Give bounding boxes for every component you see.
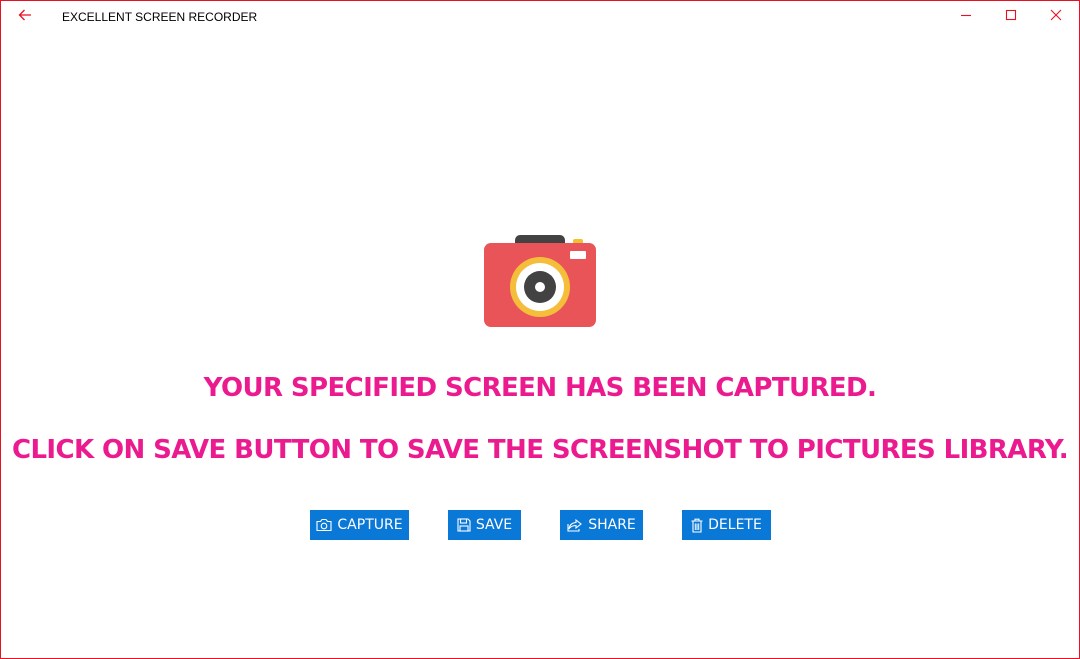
capture-status-message: YOUR SPECIFIED SCREEN HAS BEEN CAPTURED. (203, 373, 877, 403)
title-bar: EXCELLENT SCREEN RECORDER (1, 1, 1079, 33)
maximize-icon (1005, 8, 1017, 26)
camera-small-icon (316, 518, 332, 532)
save-button[interactable]: SAVE (448, 510, 521, 540)
share-icon (567, 518, 583, 532)
maximize-button[interactable] (988, 1, 1034, 33)
delete-label: DELETE (708, 517, 762, 533)
capture-label: CAPTURE (337, 517, 403, 533)
close-button[interactable] (1033, 1, 1079, 33)
app-title: EXCELLENT SCREEN RECORDER (62, 10, 258, 24)
share-button[interactable]: SHARE (560, 510, 643, 540)
save-instruction-message: CLICK ON SAVE BUTTON TO SAVE THE SCREENS… (11, 435, 1069, 465)
close-icon (1050, 8, 1062, 26)
minimize-icon (960, 8, 972, 26)
camera-icon (483, 234, 597, 330)
trash-icon (691, 518, 703, 533)
back-arrow-icon (18, 8, 32, 26)
back-button[interactable] (1, 1, 49, 33)
save-icon (457, 518, 471, 532)
app-window: EXCELLENT SCREEN RECORDER YOUR SPECIFIED… (0, 0, 1080, 659)
share-label: SHARE (588, 517, 636, 533)
minimize-button[interactable] (943, 1, 989, 33)
delete-button[interactable]: DELETE (682, 510, 771, 540)
save-label: SAVE (475, 517, 513, 533)
capture-button[interactable]: CAPTURE (310, 510, 409, 540)
